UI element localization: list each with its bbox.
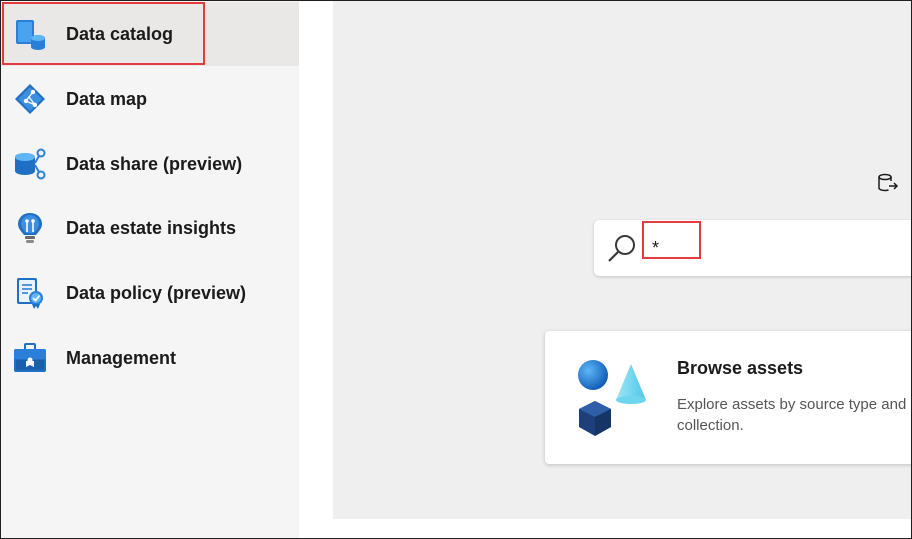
search-icon[interactable] <box>606 232 638 264</box>
sidebar-item-label: Data share (preview) <box>66 153 243 174</box>
data-share-icon <box>13 147 47 181</box>
database-export-icon[interactable] <box>876 171 900 195</box>
sidebar-item-data-map[interactable]: Data map <box>0 67 299 131</box>
browse-assets-illustration <box>575 356 655 440</box>
search-box[interactable] <box>594 220 912 276</box>
data-map-icon <box>13 82 47 116</box>
sidebar-item-management[interactable]: Management <box>0 326 299 390</box>
sidebar-item-data-share[interactable]: Data share (preview) <box>0 132 299 196</box>
sidebar-item-data-estate-insights[interactable]: Data estate insights <box>0 196 299 260</box>
sidebar-item-label: Data estate insights <box>66 217 237 238</box>
browse-assets-description: Explore assets by source type and collec… <box>677 396 907 434</box>
browse-assets-title: Browse assets <box>677 358 804 378</box>
management-icon <box>13 341 47 375</box>
data-catalog-icon <box>13 17 47 51</box>
data-policy-icon <box>13 276 47 310</box>
search-input[interactable] <box>652 236 892 260</box>
left-navigation: Data catalog Data map Data share (previe… <box>0 0 299 539</box>
main-bottom-strip <box>333 519 912 539</box>
sidebar-item-data-catalog[interactable]: Data catalog <box>0 2 299 66</box>
sidebar-item-label: Data policy (preview) <box>66 282 247 303</box>
content-gutter <box>299 0 333 539</box>
sidebar-item-label: Data map <box>66 88 148 109</box>
browse-assets-card[interactable]: Browse assets Explore assets by source t… <box>545 331 912 464</box>
sidebar-item-label: Data catalog <box>66 23 174 44</box>
data-estate-insights-icon <box>13 211 47 245</box>
sidebar-item-data-policy[interactable]: Data policy (preview) <box>0 261 299 325</box>
sidebar-item-label: Management <box>66 347 177 368</box>
